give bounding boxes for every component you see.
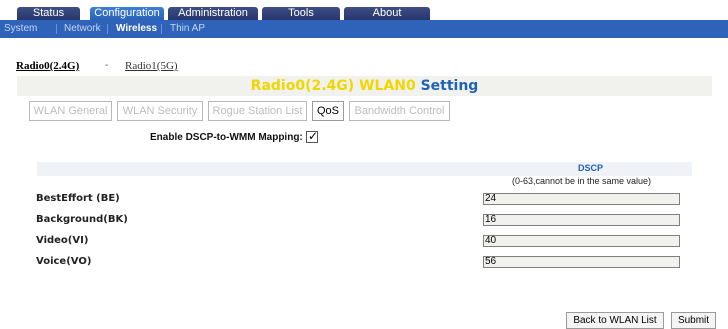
dscp-mapping-checkbox[interactable]: [306, 129, 318, 143]
tab-bandwidth-control[interactable]: Bandwidth Control: [349, 101, 450, 121]
subnav-divider: [56, 24, 57, 34]
background-dscp-input[interactable]: 16: [483, 214, 680, 226]
dscp-mapping-label: Enable DSCP-to-WMM Mapping:: [150, 132, 303, 143]
row-label-voice: Voice(VO): [36, 256, 92, 267]
tab-wlan-general[interactable]: WLAN General: [29, 101, 112, 121]
top-navigation: Status Configuration Administration Tool…: [0, 0, 728, 20]
video-dscp-input[interactable]: 40: [483, 235, 680, 247]
radio-separator: -: [105, 60, 109, 71]
back-to-wlan-list-button[interactable]: Back to WLAN List: [566, 312, 664, 329]
dscp-column-header: DSCP: [578, 163, 604, 173]
tab-wlan-security[interactable]: WLAN Security: [117, 101, 203, 121]
page-title-bar: Radio0(2.4G) WLAN0 Setting: [17, 76, 712, 96]
page-title-main: Radio0(2.4G) WLAN0: [250, 78, 416, 94]
tab-administration[interactable]: Administration: [168, 7, 258, 20]
tab-about[interactable]: About: [344, 7, 430, 20]
radio1-link[interactable]: Radio1(5G): [125, 60, 178, 72]
tab-rogue-station-list[interactable]: Rogue Station List: [208, 101, 307, 121]
besteffort-dscp-input[interactable]: 24: [483, 193, 680, 205]
subnav-item-wireless[interactable]: Wireless: [116, 23, 157, 35]
tab-status[interactable]: Status: [17, 7, 80, 20]
submit-button[interactable]: Submit: [671, 312, 716, 329]
row-label-besteffort: BestEffort (BE): [36, 193, 120, 204]
subnav-item-network[interactable]: Network: [64, 23, 101, 35]
subnav-item-system[interactable]: System: [4, 23, 37, 35]
page-title: Radio0(2.4G) WLAN0 Setting: [251, 78, 479, 94]
row-label-background: Background(BK): [36, 214, 128, 225]
page-title-suffix: Setting: [420, 78, 479, 94]
voice-dscp-input[interactable]: 56: [483, 256, 680, 268]
tab-tools[interactable]: Tools: [262, 7, 340, 20]
radio0-link[interactable]: Radio0(2.4G): [16, 60, 79, 72]
sub-navigation: System Network Wireless Thin AP: [0, 20, 728, 38]
subnav-divider: [161, 24, 162, 34]
dscp-range-note: (0-63,cannot be in the same value): [511, 176, 652, 186]
subnav-divider: [107, 24, 108, 34]
row-label-video: Video(VI): [36, 235, 89, 246]
tab-configuration[interactable]: Configuration: [90, 7, 164, 20]
tab-qos[interactable]: QoS: [312, 101, 344, 121]
subnav-item-thin-ap[interactable]: Thin AP: [170, 23, 205, 35]
